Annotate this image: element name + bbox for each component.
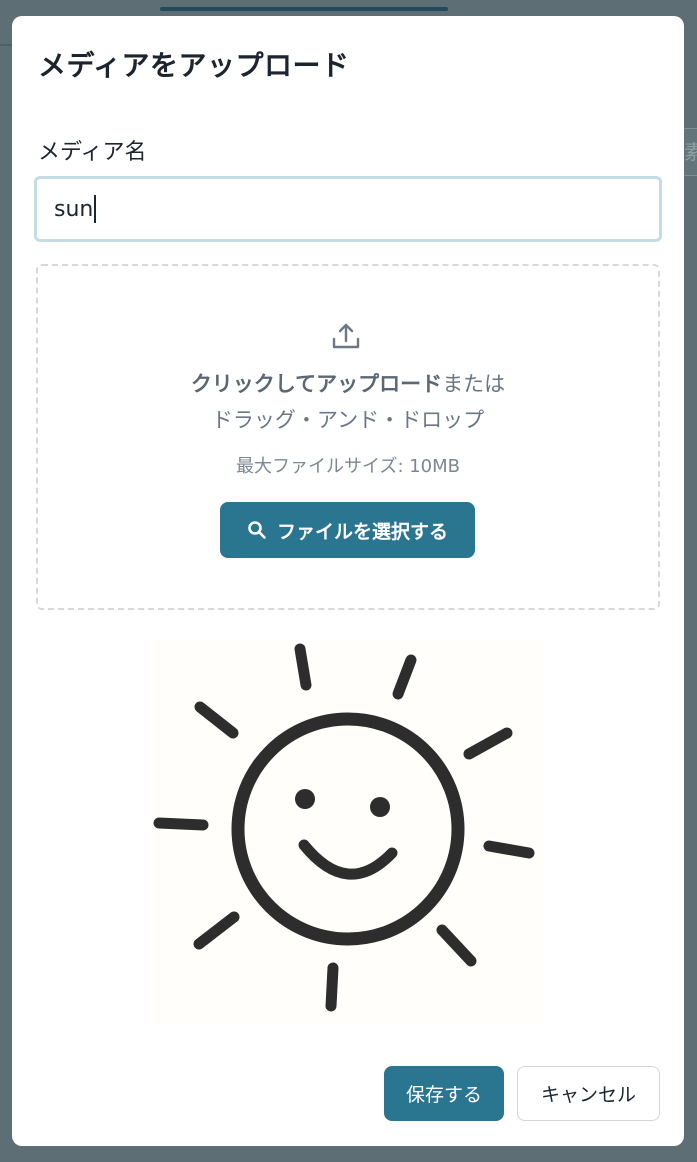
or-text: または [442,372,506,396]
background-tab-indicator [160,7,448,11]
search-icon [248,521,266,539]
save-button[interactable]: 保存する [384,1066,504,1121]
upload-media-modal: メディアをアップロード メディア名 sun クリックしてアップロードまたは ドラ… [12,16,684,1146]
text-caret [94,195,96,223]
select-file-label: ファイルを選択する [276,520,448,543]
file-dropzone[interactable]: クリックしてアップロードまたは ドラッグ・アンド・ドロップ 最大ファイルサイズ:… [36,264,660,610]
media-name-input[interactable]: sun [34,176,662,242]
modal-title: メディアをアップロード [38,49,350,82]
sun-preview-image [152,641,544,1023]
media-name-label: メディア名 [38,140,147,165]
dropzone-instruction: クリックしてアップロードまたは [38,368,658,398]
click-to-upload-text: クリックしてアップロード [190,372,443,396]
drag-and-drop-text: ドラッグ・アンド・ドロップ [211,408,485,432]
select-file-button[interactable]: ファイルを選択する [220,502,475,558]
max-file-size-hint: 最大ファイルサイズ: 10MB [235,456,461,477]
upload-icon [332,323,360,349]
background-divider [0,44,12,46]
cancel-button[interactable]: キャンセル [517,1066,660,1121]
media-name-value: sun [54,196,94,222]
